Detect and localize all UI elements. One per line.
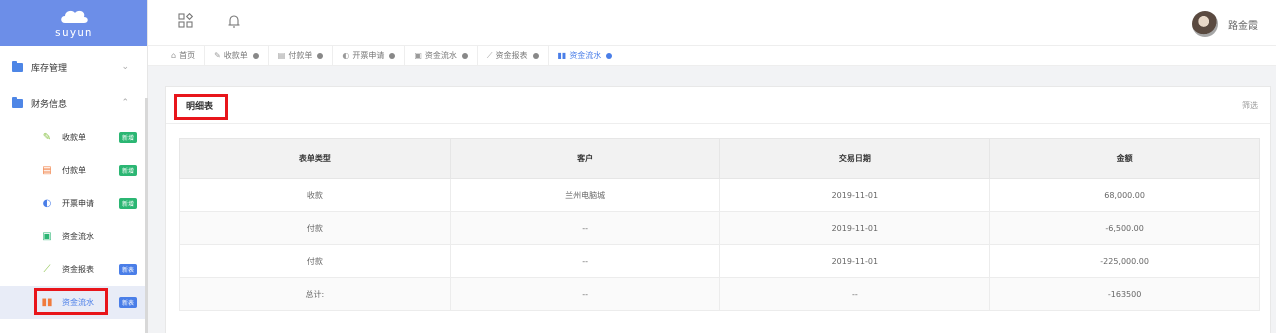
- sidebar-item-invoice[interactable]: ◐ 开票申请 新增: [0, 187, 147, 220]
- logo[interactable]: suyun: [0, 0, 147, 46]
- menu-group-finance[interactable]: 财务信息 ⌃: [0, 85, 147, 121]
- invoice-icon: ◐: [342, 51, 350, 60]
- chevron-up-icon: ⌃: [121, 98, 129, 108]
- tab-fund-report[interactable]: ⟋ 资金报表: [478, 45, 549, 66]
- tab-label: 付款单: [288, 51, 313, 60]
- cloud-logo-icon: [59, 8, 89, 24]
- payment-icon: ▤: [277, 51, 286, 60]
- bar-chart-icon: ▮▮: [557, 51, 567, 60]
- menu-group-inventory[interactable]: 库存管理 ⌄: [0, 49, 147, 85]
- sidebar-item-label: 开票申请: [62, 199, 94, 208]
- bell-icon[interactable]: [227, 14, 241, 32]
- table-cell: 付款: [179, 211, 451, 245]
- tab-label: 资金流水: [424, 51, 457, 60]
- tab-invoice[interactable]: ◐ 开票申请: [333, 45, 406, 66]
- column-header[interactable]: 金额: [989, 138, 1260, 179]
- sidebar-item-cashflow[interactable]: ▣ 资金流水: [0, 220, 147, 253]
- brand-name: suyun: [54, 25, 93, 39]
- avatar[interactable]: [1192, 11, 1218, 37]
- column-header[interactable]: 客户: [449, 138, 721, 179]
- receipt-icon: ✎: [42, 132, 52, 143]
- menu-group-label: 库存管理: [31, 63, 68, 74]
- new-badge: 新增: [118, 165, 137, 176]
- table-cell: 2019-11-01: [719, 244, 991, 278]
- detail-card: 明细表 筛选 表单类型 客户 交易日期 金额 收款 兰州电脑城 2019-11-…: [165, 86, 1271, 333]
- table-cell: 2019-11-01: [719, 178, 991, 212]
- table-cell: -225,000.00: [989, 244, 1260, 278]
- highlight-box-sidebar: [34, 288, 108, 315]
- tab-label: 开票申请: [352, 51, 385, 60]
- menu-group-label: 财务信息: [31, 99, 68, 110]
- table-cell: 总计:: [179, 277, 451, 311]
- table-cell: -163500: [989, 277, 1260, 311]
- table-cell: --: [449, 277, 721, 311]
- cashflow-icon: ▣: [42, 231, 52, 242]
- tab-label: 资金报表: [495, 51, 528, 60]
- table-row[interactable]: 付款 -- 2019-11-01 -225,000.00: [179, 244, 1260, 278]
- tab-cashflow-active[interactable]: ▮▮ 资金流水: [549, 46, 622, 66]
- table-cell: --: [719, 277, 991, 311]
- sidebar-item-label: 收款单: [62, 133, 86, 142]
- card-header: 明细表 筛选: [166, 87, 1270, 124]
- table-cell: --: [449, 244, 721, 278]
- tab-close-icon[interactable]: [252, 52, 259, 59]
- tab-receipt[interactable]: ✎ 收款单: [205, 45, 269, 66]
- tab-label: 收款单: [223, 51, 248, 60]
- detail-table: 表单类型 客户 交易日期 金额 收款 兰州电脑城 2019-11-01 68,0…: [179, 138, 1260, 311]
- table-cell: 68,000.00: [989, 178, 1260, 212]
- table-cell: 兰州电脑城: [449, 178, 721, 212]
- line-chart-icon: ⟋: [43, 264, 51, 275]
- receipt-icon: ✎: [214, 51, 221, 60]
- table-cell: -6,500.00: [989, 211, 1260, 245]
- new-table-badge: 新表: [118, 264, 137, 275]
- sidebar-item-fund-report[interactable]: ⟋ 资金报表 新表: [0, 253, 147, 286]
- tab-cashflow[interactable]: ▣ 资金流水: [405, 45, 478, 66]
- table-header-row: 表单类型 客户 交易日期 金额: [179, 138, 1260, 179]
- folder-icon: [12, 96, 23, 108]
- top-bar: 路金霞: [148, 0, 1276, 46]
- tab-label: 资金流水: [569, 51, 602, 60]
- line-chart-icon: ⟋: [486, 50, 493, 60]
- sidebar-scrollbar[interactable]: [145, 98, 148, 333]
- filter-link[interactable]: 筛选: [1242, 100, 1258, 111]
- cashflow-icon: ▣: [414, 51, 422, 60]
- table-cell: 付款: [179, 244, 451, 278]
- page-tabs: ⌂ 首页 ✎ 收款单 ▤ 付款单 ◐ 开票申请 ▣ 资金流水 ⟋ 资金报表 ▮▮…: [148, 45, 1276, 66]
- payment-icon: ▤: [42, 165, 52, 176]
- sidebar: suyun 库存管理 ⌄ 财务信息 ⌃ ✎ 收款单 新增 ▤ 付款单 新增 ◐ …: [0, 0, 148, 333]
- new-table-badge: 新表: [118, 297, 137, 308]
- table-row[interactable]: 付款 -- 2019-11-01 -6,500.00: [179, 211, 1260, 245]
- folder-icon: [12, 60, 23, 72]
- table-row[interactable]: 收款 兰州电脑城 2019-11-01 68,000.00: [179, 178, 1260, 212]
- user-menu[interactable]: 路金霞: [1192, 11, 1258, 37]
- tab-payment[interactable]: ▤ 付款单: [269, 45, 334, 66]
- tab-close-icon[interactable]: [389, 52, 396, 59]
- sidebar-item-label: 付款单: [62, 166, 86, 175]
- tab-close-icon[interactable]: [317, 52, 324, 59]
- sidebar-item-payment[interactable]: ▤ 付款单 新增: [0, 154, 147, 187]
- highlight-box-title: [174, 94, 228, 120]
- new-badge: 新增: [118, 198, 137, 209]
- tab-home[interactable]: ⌂ 首页: [162, 45, 206, 66]
- tab-close-icon[interactable]: [532, 52, 539, 59]
- sidebar-item-receipt[interactable]: ✎ 收款单 新增: [0, 121, 147, 154]
- column-header[interactable]: 表单类型: [179, 138, 451, 179]
- tab-close-icon[interactable]: [461, 52, 468, 59]
- table-cell: --: [449, 211, 721, 245]
- home-icon: ⌂: [171, 51, 177, 60]
- chevron-down-icon: ⌄: [121, 62, 129, 72]
- tab-close-icon[interactable]: [606, 52, 613, 59]
- invoice-icon: ◐: [42, 198, 52, 209]
- sidebar-item-label: 资金报表: [62, 265, 94, 274]
- tab-label: 首页: [179, 51, 196, 60]
- table-total-row[interactable]: 总计: -- -- -163500: [179, 277, 1260, 311]
- user-name: 路金霞: [1228, 20, 1258, 32]
- table-cell: 收款: [179, 178, 451, 212]
- table-cell: 2019-11-01: [719, 211, 991, 245]
- sidebar-item-label: 资金流水: [62, 232, 94, 241]
- apps-grid-icon[interactable]: [178, 12, 194, 32]
- new-badge: 新增: [118, 132, 137, 143]
- column-header[interactable]: 交易日期: [719, 138, 991, 179]
